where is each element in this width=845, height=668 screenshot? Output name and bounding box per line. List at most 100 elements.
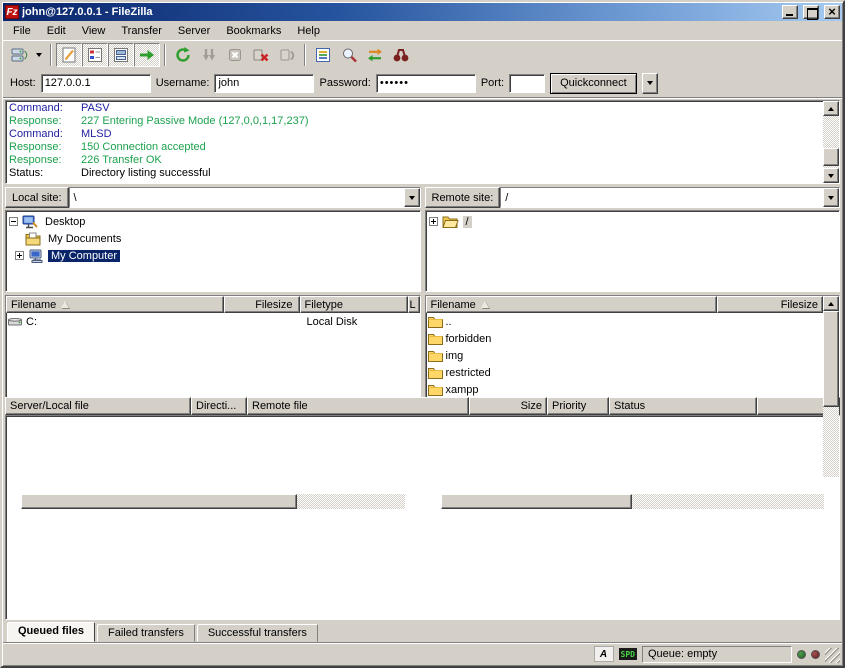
scroll-up-button[interactable] <box>823 296 839 311</box>
queue-list-empty[interactable] <box>5 415 840 621</box>
tab-successful-transfers[interactable]: Successful transfers <box>197 624 318 642</box>
expand-icon[interactable] <box>15 251 24 260</box>
tree-item-label[interactable]: My Documents <box>45 233 124 245</box>
site-manager-button[interactable] <box>6 43 32 67</box>
host-input[interactable] <box>41 74 151 93</box>
scrollbar-track[interactable] <box>441 494 825 509</box>
resize-grip[interactable] <box>825 648 840 663</box>
column-header-label: Remote file <box>252 400 308 412</box>
maximize-button[interactable] <box>803 5 819 19</box>
menu-edit[interactable]: Edit <box>39 23 74 39</box>
column-header-direction[interactable]: Directi... <box>191 397 247 415</box>
tree-item-label[interactable]: / <box>463 216 472 228</box>
refresh-button[interactable] <box>170 43 196 67</box>
local-horizontal-scrollbar[interactable] <box>5 494 421 509</box>
remote-file-row[interactable]: restricted <box>426 364 824 381</box>
quickconnect-button[interactable]: Quickconnect <box>550 73 637 94</box>
column-header-remote-file[interactable]: Remote file <box>247 397 469 415</box>
column-header-filename[interactable]: Filename <box>6 296 224 313</box>
tree-item-my-computer[interactable]: My Computer <box>7 247 419 264</box>
quickconnect-dropdown-button[interactable] <box>642 73 658 94</box>
directory-comparison-button[interactable] <box>336 43 362 67</box>
remote-file-row[interactable]: xampp <box>426 381 824 398</box>
menu-transfer[interactable]: Transfer <box>113 23 170 39</box>
local-site-dropdown-button[interactable] <box>404 188 420 207</box>
password-input[interactable] <box>376 74 476 93</box>
tab-failed-transfers[interactable]: Failed transfers <box>97 624 195 642</box>
find-files-button[interactable] <box>388 43 414 67</box>
scrollbar-track[interactable] <box>21 494 405 509</box>
synchronized-browsing-button[interactable] <box>362 43 388 67</box>
tree-item-root[interactable]: / <box>427 213 839 230</box>
directory-listing-filters-button[interactable] <box>310 43 336 67</box>
tree-item-label-selected[interactable]: My Computer <box>48 250 120 262</box>
scroll-up-button[interactable] <box>823 101 839 116</box>
menu-view[interactable]: View <box>74 23 114 39</box>
tree-item-desktop[interactable]: Desktop <box>7 213 419 230</box>
scrollbar-thumb[interactable] <box>441 494 633 509</box>
title-bar[interactable]: Fz john@127.0.0.1 - FileZilla <box>3 3 842 21</box>
column-header-priority[interactable]: Priority <box>547 397 609 415</box>
menu-bookmarks[interactable]: Bookmarks <box>218 23 289 39</box>
log-vertical-scrollbar[interactable] <box>823 101 839 183</box>
column-header-filesize[interactable]: Filesize <box>717 296 823 313</box>
column-header-lastmodified[interactable]: L <box>408 296 420 313</box>
cancel-operation-button[interactable] <box>222 43 248 67</box>
column-header-filename[interactable]: Filename <box>426 296 718 313</box>
column-header-server-local-file[interactable]: Server/Local file <box>5 397 191 415</box>
column-header-label: Priority <box>552 400 586 412</box>
toggle-message-log-button[interactable] <box>56 43 82 67</box>
file-name: .. <box>446 316 452 328</box>
remote-site-combobox[interactable]: / <box>500 187 840 208</box>
column-header-status[interactable]: Status <box>609 397 757 415</box>
remote-horizontal-scrollbar[interactable] <box>425 494 841 509</box>
remote-file-row[interactable]: img <box>426 347 824 364</box>
column-header-label: Directi... <box>196 400 236 412</box>
toggle-local-tree-button[interactable] <box>82 43 108 67</box>
username-input[interactable] <box>214 74 314 93</box>
menu-help[interactable]: Help <box>289 23 328 39</box>
arrow-up-icon <box>828 302 834 306</box>
menu-bar: File Edit View Transfer Server Bookmarks… <box>3 21 842 40</box>
remote-file-row[interactable]: .. <box>426 313 824 330</box>
scrollbar-thumb[interactable] <box>823 148 839 166</box>
tab-queued-files[interactable]: Queued files <box>7 622 95 642</box>
sort-ascending-icon <box>481 301 489 308</box>
local-site-combobox[interactable]: \ <box>69 187 421 208</box>
remote-site-bar: Remote site: / <box>425 187 841 208</box>
toggle-remote-tree-button[interactable] <box>108 43 134 67</box>
scrollbar-thumb[interactable] <box>823 311 839 407</box>
local-file-row-c-drive[interactable]: C: Local Disk <box>6 313 420 330</box>
column-header-filetype[interactable]: Filetype <box>300 296 408 313</box>
scroll-down-button[interactable] <box>823 168 839 183</box>
port-input[interactable] <box>509 74 545 93</box>
process-queue-button[interactable] <box>196 43 222 67</box>
browser-panes: Local site: \ Desktop My Documents <box>3 187 842 391</box>
scrollbar-track[interactable] <box>823 116 839 168</box>
column-header-size[interactable]: Size <box>469 397 547 415</box>
reconnect-button[interactable] <box>274 43 300 67</box>
menu-file[interactable]: File <box>5 23 39 39</box>
minimize-button[interactable] <box>782 5 798 19</box>
column-header-filesize[interactable]: Filesize <box>224 296 300 313</box>
toggle-queue-button[interactable] <box>134 43 160 67</box>
remote-site-dropdown-button[interactable] <box>823 188 839 207</box>
local-site-value[interactable]: \ <box>70 188 404 207</box>
close-button[interactable] <box>824 5 840 19</box>
site-manager-dropdown-button[interactable] <box>32 43 46 67</box>
column-header-label: Status <box>614 400 645 412</box>
column-header-label: Filename <box>431 299 476 311</box>
scrollbar-thumb[interactable] <box>21 494 297 509</box>
menu-server[interactable]: Server <box>170 23 218 39</box>
remote-site-value[interactable]: / <box>501 188 823 207</box>
scrollbar-track[interactable] <box>823 311 839 477</box>
chevron-down-icon <box>828 196 834 200</box>
remote-file-row[interactable]: forbidden <box>426 330 824 347</box>
reconnect-icon <box>278 46 296 64</box>
expand-icon[interactable] <box>429 217 438 226</box>
tree-item-my-documents[interactable]: My Documents <box>7 230 419 247</box>
tree-item-label[interactable]: Desktop <box>42 216 88 228</box>
remote-vertical-scrollbar[interactable] <box>823 296 839 492</box>
disconnect-button[interactable] <box>248 43 274 67</box>
collapse-icon[interactable] <box>9 217 18 226</box>
